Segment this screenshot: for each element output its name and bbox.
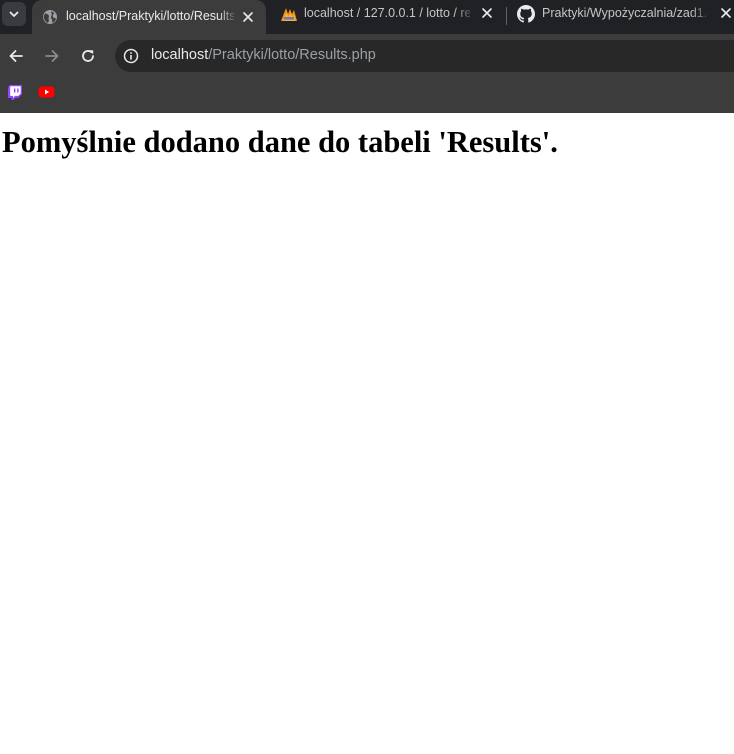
reload-icon xyxy=(82,50,94,62)
twitch-icon xyxy=(8,85,22,100)
globe-icon xyxy=(42,9,58,25)
tab-title-fade xyxy=(454,0,476,34)
reload-button[interactable] xyxy=(76,44,100,68)
browser-toolbar: localhost/Praktyki/lotto/Results.php xyxy=(0,34,734,78)
close-tab-button[interactable] xyxy=(240,9,256,25)
tab-title: Praktyki/Wypożyczalnia/zad1.p xyxy=(542,6,708,20)
address-bar[interactable]: localhost/Praktyki/lotto/Results.php xyxy=(115,40,734,72)
close-icon xyxy=(243,12,253,22)
url-path: /Praktyki/lotto/Results.php xyxy=(208,47,376,63)
arrow-right-icon xyxy=(45,50,59,62)
forward-button[interactable] xyxy=(40,44,64,68)
tab-github[interactable]: Praktyki/Wypożyczalnia/zad1.p xyxy=(508,0,734,34)
site-info-icon[interactable] xyxy=(121,46,141,66)
close-tab-button[interactable] xyxy=(479,5,495,21)
close-tab-button[interactable] xyxy=(718,5,734,21)
tab-phpmyadmin[interactable]: localhost / 127.0.0.1 / lotto / res xyxy=(270,0,502,34)
page-heading: Pomyślnie dodano dane do tabeli 'Results… xyxy=(2,125,558,159)
phpmyadmin-icon xyxy=(280,5,298,23)
tab-title-fade xyxy=(218,0,238,34)
bookmark-youtube[interactable] xyxy=(38,85,55,99)
url-text[interactable]: localhost/Praktyki/lotto/Results.php xyxy=(151,47,376,63)
youtube-icon xyxy=(38,86,55,98)
close-icon xyxy=(482,8,492,18)
url-host: localhost xyxy=(151,47,209,63)
close-icon xyxy=(721,8,731,18)
tab-title: localhost / 127.0.0.1 / lotto / res xyxy=(304,6,470,20)
page-content: Pomyślnie dodano dane do tabeli 'Results… xyxy=(0,113,734,754)
tab-separator xyxy=(506,7,507,25)
arrow-left-icon xyxy=(9,50,23,62)
tab-title: localhost/Praktyki/lotto/Results xyxy=(66,9,234,23)
tab-strip: localhost/Praktyki/lotto/Results localho… xyxy=(0,0,734,34)
back-button[interactable] xyxy=(4,44,28,68)
tab-title-fade xyxy=(690,0,712,34)
tab-results[interactable]: localhost/Praktyki/lotto/Results xyxy=(32,0,266,34)
tab-search-button[interactable] xyxy=(2,2,26,26)
bookmarks-bar xyxy=(0,78,734,113)
chevron-down-icon xyxy=(9,11,19,17)
bookmark-twitch[interactable] xyxy=(7,84,23,100)
github-icon xyxy=(517,5,535,23)
